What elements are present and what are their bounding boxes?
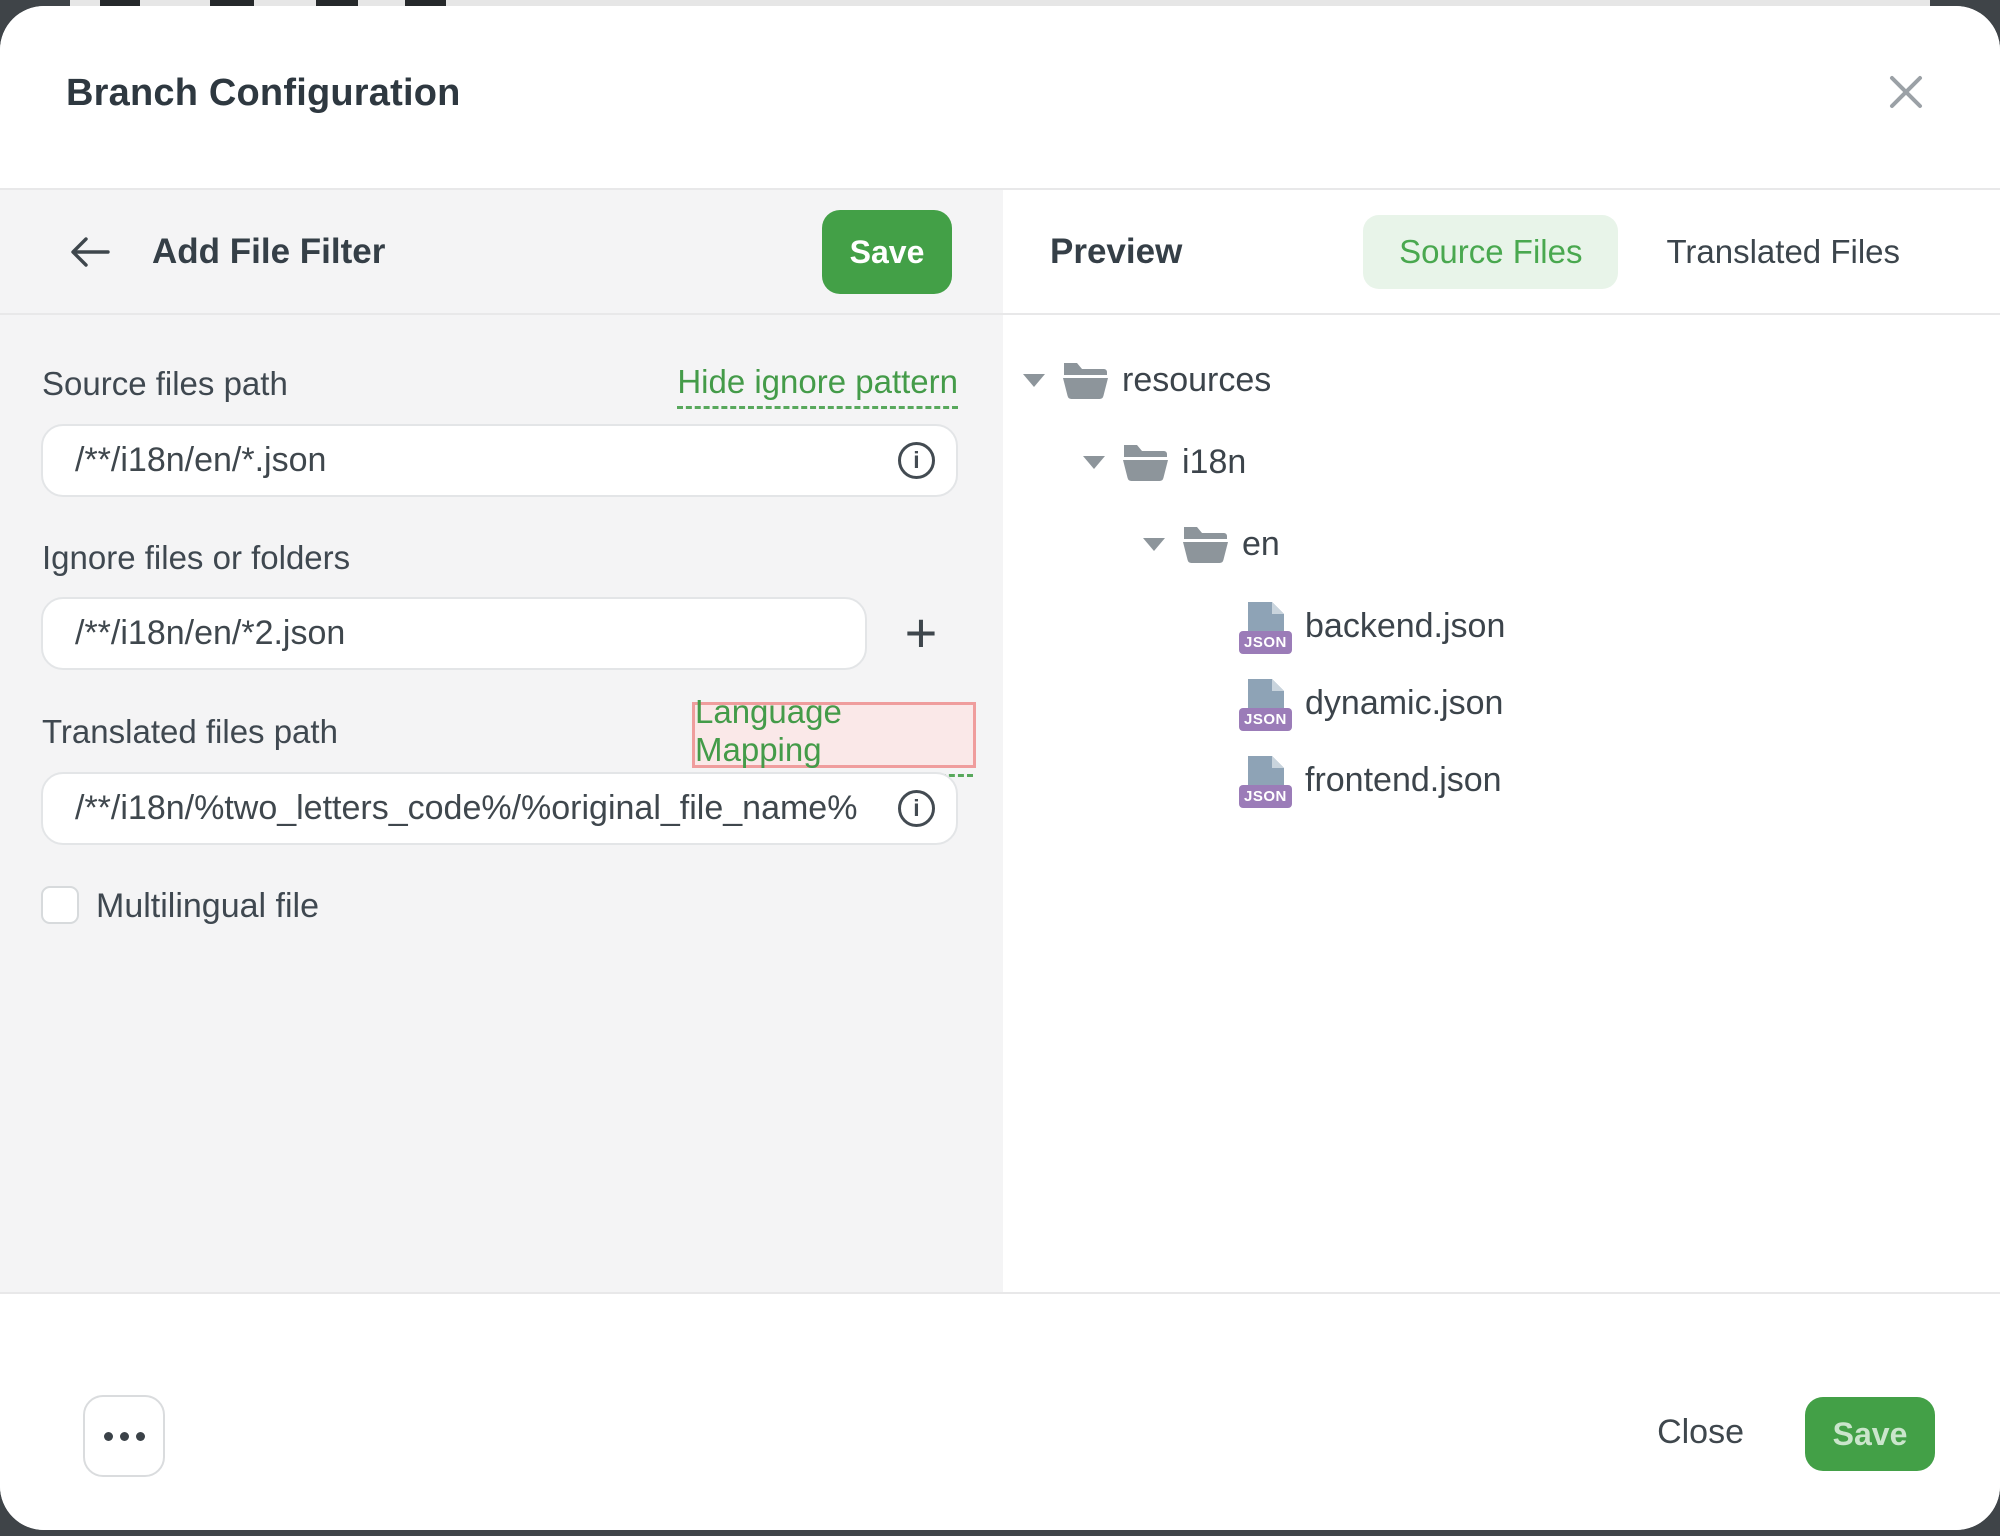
tab-source-files[interactable]: Source Files bbox=[1363, 215, 1618, 289]
json-file-icon: JSON bbox=[1246, 755, 1286, 805]
chevron-down-icon[interactable] bbox=[1023, 374, 1045, 387]
json-badge: JSON bbox=[1239, 708, 1292, 731]
translated-path-input[interactable]: /**/i18n/%two_letters_code%/%original_fi… bbox=[41, 772, 958, 845]
info-icon[interactable]: i bbox=[898, 790, 935, 827]
close-button[interactable]: Close bbox=[1651, 1412, 1750, 1453]
translated-path-label: Translated files path bbox=[42, 713, 338, 751]
json-file-icon: JSON bbox=[1246, 678, 1286, 728]
tree-item-label: en bbox=[1242, 525, 1280, 564]
back-arrow-icon[interactable] bbox=[68, 232, 112, 272]
tree-item-label: dynamic.json bbox=[1305, 684, 1503, 723]
tree-item-frontend-json[interactable]: JSON frontend.json bbox=[1003, 752, 2000, 808]
preview-header: Preview Source Files Translated Files bbox=[1003, 190, 2000, 313]
ignore-label: Ignore files or folders bbox=[42, 539, 350, 577]
source-path-input[interactable]: /**/i18n/en/*.json bbox=[41, 424, 958, 497]
filter-title: Add File Filter bbox=[152, 232, 385, 272]
chevron-down-icon[interactable] bbox=[1143, 538, 1165, 551]
multilingual-checkbox[interactable] bbox=[41, 886, 79, 924]
preview-title: Preview bbox=[1050, 232, 1182, 272]
dialog-footer: Close Save bbox=[0, 1292, 2000, 1530]
save-filter-button[interactable]: Save bbox=[822, 210, 952, 294]
preview-tabs: Source Files Translated Files bbox=[1363, 190, 1940, 313]
json-badge: JSON bbox=[1239, 631, 1292, 654]
dialog-subheader: Add File Filter Save Preview Source File… bbox=[0, 188, 2000, 315]
json-file-icon: JSON bbox=[1246, 601, 1286, 651]
close-icon[interactable] bbox=[1884, 70, 1928, 114]
dialog-titlebar: Branch Configuration bbox=[0, 6, 2000, 188]
branch-configuration-dialog: Branch Configuration Add File Filter Sav… bbox=[0, 6, 2000, 1530]
multilingual-label: Multilingual file bbox=[96, 887, 319, 926]
file-filter-form: Source files path Hide ignore pattern /*… bbox=[0, 315, 1003, 1292]
dot bbox=[136, 1432, 145, 1441]
folder-icon bbox=[1122, 443, 1169, 481]
tree-item-en[interactable]: en bbox=[1003, 516, 2000, 572]
plus-icon[interactable]: + bbox=[893, 603, 949, 663]
ignore-pattern-input[interactable]: /**/i18n/en/*2.json bbox=[41, 597, 867, 670]
json-badge: JSON bbox=[1239, 785, 1292, 808]
save-button[interactable]: Save bbox=[1805, 1397, 1935, 1471]
hide-ignore-pattern-link[interactable]: Hide ignore pattern bbox=[677, 363, 958, 409]
dot bbox=[104, 1432, 113, 1441]
dot bbox=[120, 1432, 129, 1441]
page-title: Branch Configuration bbox=[66, 72, 461, 115]
tree-item-dynamic-json[interactable]: JSON dynamic.json bbox=[1003, 675, 2000, 731]
tree-item-label: i18n bbox=[1182, 443, 1246, 482]
tree-item-label: resources bbox=[1122, 361, 1271, 400]
file-tree: resources i18n en bbox=[1003, 315, 2000, 1292]
folder-icon bbox=[1182, 525, 1229, 563]
info-icon[interactable]: i bbox=[898, 442, 935, 479]
tree-item-i18n[interactable]: i18n bbox=[1003, 434, 2000, 490]
filter-header: Add File Filter Save bbox=[0, 190, 1003, 313]
tree-item-label: backend.json bbox=[1305, 607, 1505, 646]
tab-translated-files[interactable]: Translated Files bbox=[1626, 215, 1940, 289]
ellipsis-icon[interactable] bbox=[83, 1395, 165, 1477]
source-path-label: Source files path bbox=[42, 365, 288, 403]
dialog-content: Source files path Hide ignore pattern /*… bbox=[0, 315, 2000, 1292]
tree-item-resources[interactable]: resources bbox=[1003, 352, 2000, 408]
language-mapping-highlight: Language Mapping bbox=[692, 702, 976, 768]
tree-item-backend-json[interactable]: JSON backend.json bbox=[1003, 598, 2000, 654]
chevron-down-icon[interactable] bbox=[1083, 456, 1105, 469]
language-mapping-link[interactable]: Language Mapping bbox=[695, 693, 973, 777]
tree-item-label: frontend.json bbox=[1305, 761, 1502, 800]
folder-icon bbox=[1062, 361, 1109, 399]
